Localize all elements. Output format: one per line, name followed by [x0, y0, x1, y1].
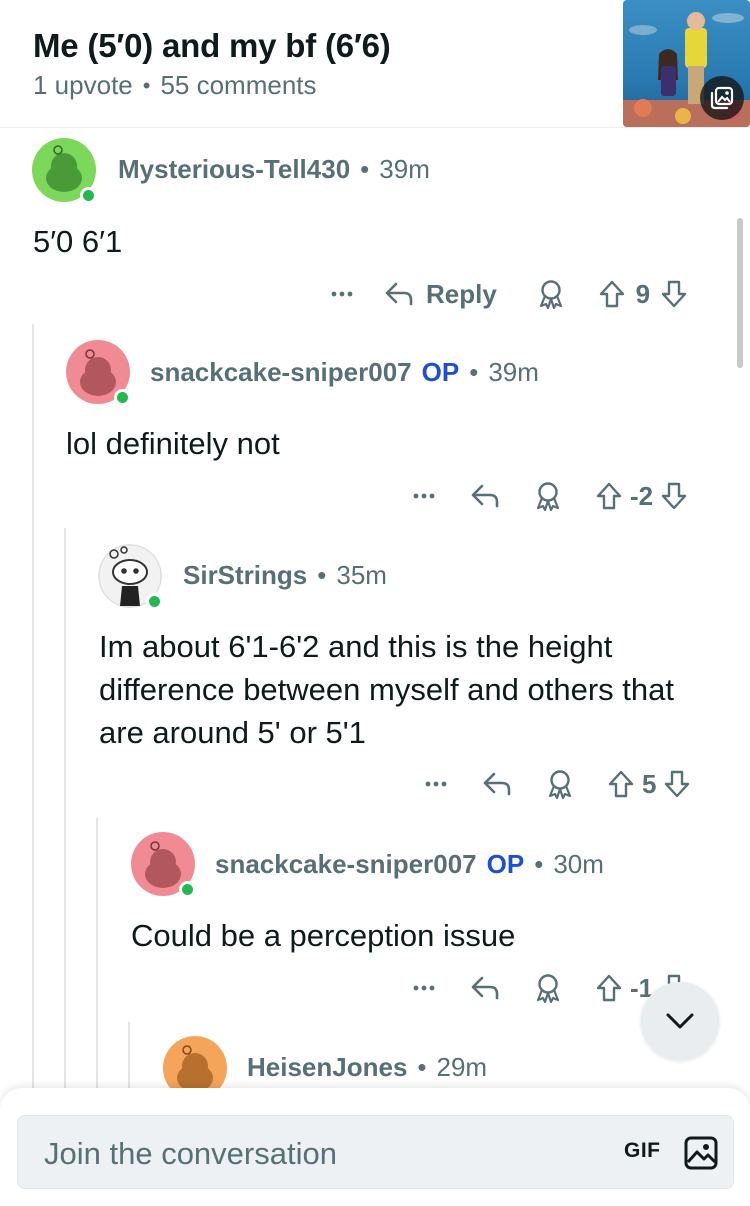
more-dots-icon[interactable] [416, 781, 456, 787]
comment-header: HeisenJones • 29m [247, 1052, 487, 1083]
online-status-dot [146, 593, 163, 610]
comment-username[interactable]: snackcake-sniper007 [215, 849, 477, 880]
post-title[interactable]: Me (5′0) and my bf (6′6) [33, 27, 391, 65]
reply-label: Reply [426, 278, 497, 309]
upvote-arrow-icon [608, 770, 634, 798]
thread-line-level-3[interactable] [96, 818, 98, 1108]
upvote-count: 1 upvote [33, 70, 133, 100]
comment-body: lol definitely not [66, 426, 280, 461]
snoo-avatar-green[interactable] [32, 138, 97, 204]
op-badge: OP [421, 357, 460, 387]
comment-actions: -2 [404, 476, 687, 516]
more-dots-icon[interactable] [322, 291, 362, 297]
comment-header: SirStrings • 35m [183, 560, 387, 591]
comment-actions: Reply 9 [322, 274, 687, 314]
more-dots-icon[interactable] [404, 493, 444, 499]
post-header[interactable]: Me (5′0) and my bf (6′6) 1 upvote • 55 c… [0, 0, 750, 128]
award-icon[interactable] [534, 973, 562, 1003]
comment-time: 39m [488, 357, 539, 387]
op-badge: OP [486, 849, 525, 879]
comment-body: 5′0 6′1 [33, 224, 123, 259]
composer-placeholder: Join the conversation [44, 1136, 337, 1171]
comment-header: snackcake-sniper007 OP • 30m [215, 849, 604, 880]
reply-arrow-icon [471, 484, 499, 508]
upvote-button[interactable] [608, 770, 634, 798]
reply-button[interactable]: Reply [384, 279, 497, 310]
comment-username[interactable]: snackcake-sniper007 [150, 357, 412, 388]
meta-separator: • [317, 560, 327, 590]
thread-line-level-2[interactable] [64, 528, 66, 1108]
comment-time: 29m [436, 1052, 488, 1082]
meta-separator: • [469, 357, 479, 387]
reddit-post-comments-screen: Me (5′0) and my bf (6′6) 1 upvote • 55 c… [0, 0, 750, 1206]
downvote-button[interactable] [664, 770, 690, 798]
comment-username[interactable]: SirStrings [183, 560, 307, 591]
comment-time: 35m [336, 560, 387, 590]
downvote-arrow-icon [665, 770, 690, 798]
reply-button[interactable] [470, 975, 500, 1001]
comment-composer: Join the conversation GIF [0, 1088, 750, 1206]
gallery-icon[interactable] [700, 76, 744, 120]
image-icon[interactable] [682, 1134, 720, 1172]
upvote-arrow-icon [596, 482, 622, 510]
comment-username[interactable]: HeisenJones [247, 1052, 407, 1083]
comment-body: Im about 6'1-6'2 and this is the height … [99, 629, 674, 750]
downvote-arrow-icon [661, 482, 687, 510]
meta-separator: • [534, 849, 544, 879]
gif-button[interactable]: GIF [624, 1139, 661, 1163]
comment-time: 39m [379, 154, 430, 184]
comment-username[interactable]: Mysterious-Tell430 [118, 154, 350, 185]
more-dots-icon[interactable] [404, 985, 444, 991]
thread-line-level-1[interactable] [32, 324, 34, 1104]
scroll-down-button[interactable] [641, 982, 719, 1060]
reply-arrow-icon [483, 772, 511, 796]
award-icon[interactable] [537, 279, 565, 309]
vote-score: 5 [642, 768, 657, 799]
upvote-arrow-icon [596, 974, 622, 1002]
comment-actions: 5 [416, 764, 690, 804]
upvote-button[interactable] [599, 280, 625, 308]
join-conversation-input[interactable]: Join the conversation GIF [17, 1115, 734, 1189]
reply-button[interactable] [470, 483, 500, 509]
meta-separator: • [417, 1052, 427, 1082]
comment-header: snackcake-sniper007 OP • 39m [150, 357, 539, 388]
downvote-button[interactable] [661, 482, 687, 510]
upvote-button[interactable] [596, 974, 622, 1002]
comment-body: Could be a perception issue [131, 918, 516, 953]
scrollbar[interactable] [737, 218, 743, 368]
chevron-down-icon [666, 1013, 694, 1029]
meta-separator: • [360, 154, 370, 184]
online-status-dot [179, 881, 196, 898]
award-icon[interactable] [534, 481, 562, 511]
snoo-avatar-custom[interactable] [98, 544, 163, 610]
downvote-button[interactable] [661, 280, 687, 308]
vote-score: 9 [635, 278, 651, 309]
comment-header: Mysterious-Tell430 • 39m [118, 154, 430, 185]
meta-separator: • [142, 72, 151, 98]
vote-score: -2 [630, 480, 654, 511]
snoo-avatar-pink[interactable] [66, 340, 131, 406]
comment-count: 55 comments [160, 70, 317, 100]
downvote-arrow-icon [661, 280, 687, 308]
award-icon[interactable] [546, 769, 574, 799]
online-status-dot [114, 389, 131, 406]
upvote-arrow-icon [599, 280, 625, 308]
online-status-dot [80, 187, 97, 204]
upvote-button[interactable] [596, 482, 622, 510]
reply-button[interactable] [482, 771, 512, 797]
snoo-avatar-pink[interactable] [131, 832, 196, 898]
reply-arrow-icon [471, 976, 499, 1000]
post-meta: 1 upvote • 55 comments [33, 70, 317, 101]
comment-time: 30m [553, 849, 604, 879]
reply-arrow-icon [385, 282, 413, 306]
